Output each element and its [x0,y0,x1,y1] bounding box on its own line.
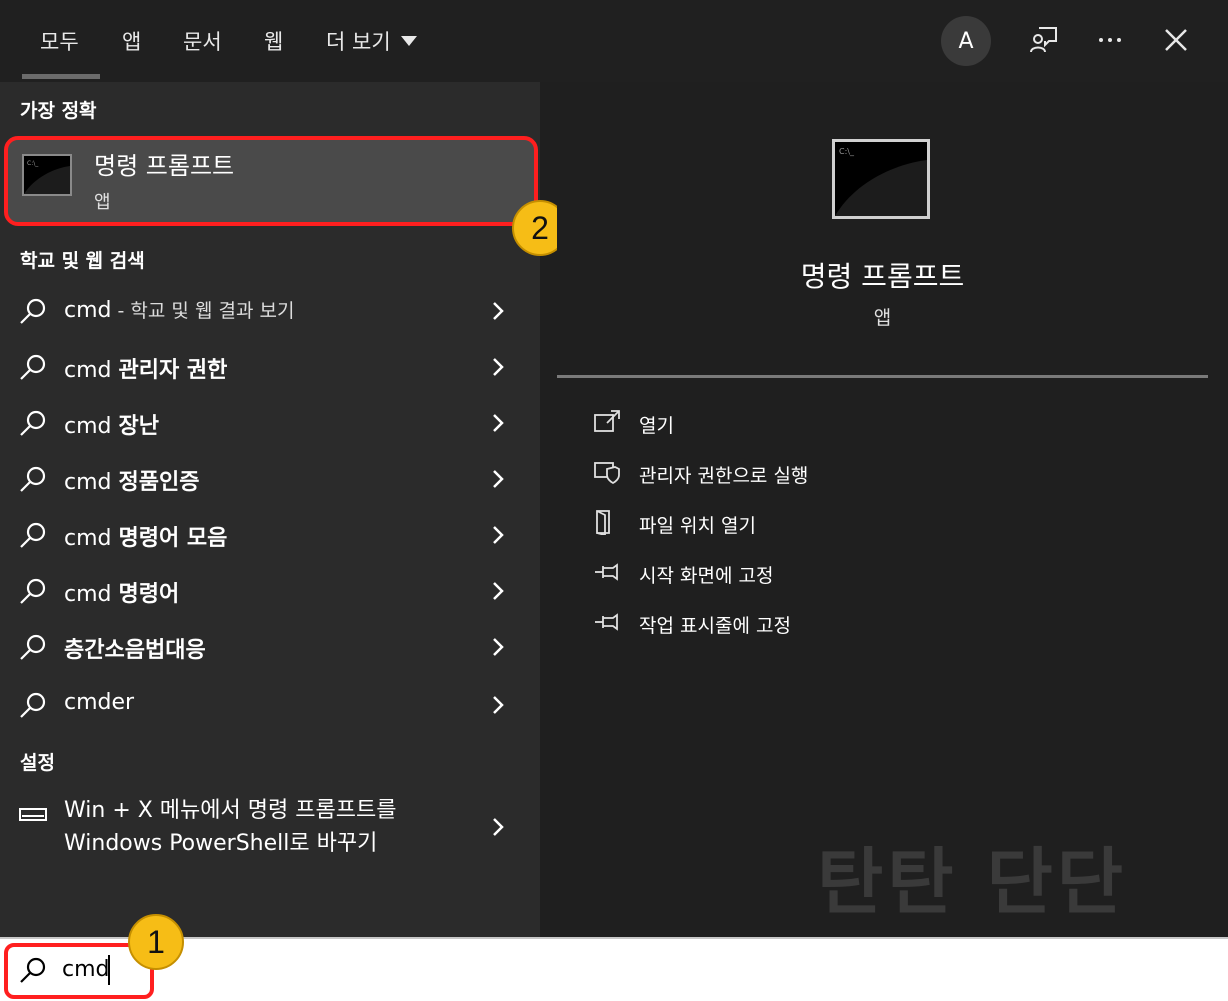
preview-subtitle: 앱 [873,307,892,329]
best-match-item[interactable]: C:\_ 명령 프롬프트 앱 [4,136,538,226]
tab-apps[interactable]: 앱 [122,26,141,56]
suggestion-bold: 명령어 [118,582,180,607]
svg-text:C:\_: C:\_ [27,160,39,167]
suggestion-row[interactable]: cmd 명령어 모음 [0,506,540,562]
search-icon [20,692,46,718]
suggestion-row[interactable]: cmd 정품인증 [0,450,540,506]
suggestion-detail: - 학교 및 웹 결과 보기 [111,300,295,322]
tab-more[interactable]: 더 보기 [326,26,417,56]
settings-item-line1: Win + X 메뉴에서 명령 프롬프트를 [64,798,397,823]
tab-web[interactable]: 웹 [264,26,283,56]
search-icon [20,957,46,983]
open-icon [594,410,620,432]
suggestion-row[interactable]: cmd 장난 [0,394,540,450]
search-icon [20,410,46,436]
search-bar [0,937,1228,1001]
active-tab-indicator [22,74,100,79]
suggestion-bold: 관리자 권한 [118,358,228,383]
action-pin-to-start[interactable]: 시작 화면에 고정 [593,553,1153,589]
suggestion-prefix: cmd [64,470,119,495]
section-best-match: 가장 정확 [20,100,97,122]
admin-shield-icon [594,462,620,485]
preview-panel: C:\_ 명령 프롬프트 앱 열기 관리자 권한으로 실행 파일 위치 열기 시… [557,99,1208,937]
search-icon [20,466,46,492]
file-location-icon [596,510,610,535]
close-icon[interactable] [1160,24,1192,56]
watermark-text: 탄탄 단단 [817,840,1128,924]
chevron-right-icon [493,582,504,600]
text-cursor [108,955,110,985]
action-open-file-location-label: 파일 위치 열기 [639,515,756,537]
action-open-label: 열기 [639,415,674,437]
results-panel: 가장 정확 C:\_ 명령 프롬프트 앱 학교 및 웹 검색 cmd - 학교 … [0,82,540,937]
search-icon [20,578,46,604]
account-avatar[interactable]: A [941,16,991,66]
suggestion-row[interactable]: cmder [0,676,540,732]
taskbar-settings-icon [19,808,47,821]
suggestion-prefix: cmd [64,414,119,439]
tab-all[interactable]: 모두 [40,26,79,56]
best-match-title: 명령 프롬프트 [94,152,235,180]
section-settings: 설정 [20,752,55,774]
pin-icon [595,613,618,631]
suggestion-row[interactable]: 층간소음법대응 [0,618,540,674]
tab-more-label: 더 보기 [326,30,391,54]
suggestion-bold: 정품인증 [118,470,200,495]
suggestion-prefix: cmd [64,526,119,551]
suggestion-row[interactable]: cmd - 학교 및 웹 결과 보기 [0,282,540,338]
suggestion-row[interactable]: cmd 관리자 권한 [0,338,540,394]
section-school-web-search: 학교 및 웹 검색 [20,250,145,272]
caret-down-icon [400,36,417,46]
suggestion-bold: 명령어 모음 [118,526,228,551]
search-icon [20,354,46,380]
settings-item-line2: Windows PowerShell로 바꾸기 [64,831,378,856]
more-options-icon[interactable] [1094,24,1126,56]
action-pin-to-taskbar[interactable]: 작업 표시줄에 고정 [593,603,1153,639]
best-match-subtitle: 앱 [94,192,111,213]
suggestion-prefix: cmd [64,298,112,323]
tab-documents[interactable]: 문서 [183,26,222,56]
settings-item[interactable]: Win + X 메뉴에서 명령 프롬프트를 Windows PowerShell로… [0,788,540,864]
action-pin-to-taskbar-label: 작업 표시줄에 고정 [639,615,791,637]
chevron-right-icon [493,818,504,836]
command-prompt-app-icon: C:\_ [22,154,72,196]
chevron-right-icon [493,526,504,544]
chevron-right-icon [493,470,504,488]
suggestion-bold: 장난 [118,414,159,439]
suggestion-row[interactable]: cmd 명령어 [0,562,540,618]
action-open[interactable]: 열기 [593,403,1153,439]
search-icon [20,634,46,660]
chevron-right-icon [493,358,504,376]
action-run-as-admin-label: 관리자 권한으로 실행 [639,465,809,487]
suggestion-bold: 층간소음법대응 [64,638,206,663]
chevron-right-icon [493,414,504,432]
pin-icon [595,563,618,581]
step-badge-1: 1 [128,914,184,970]
preview-title: 명령 프롬프트 [800,260,965,293]
action-run-as-admin[interactable]: 관리자 권한으로 실행 [593,453,1153,489]
chevron-right-icon [493,302,504,320]
action-pin-to-start-label: 시작 화면에 고정 [639,565,774,587]
search-filter-bar: 모두 앱 문서 웹 더 보기 A [0,0,1228,82]
chevron-right-icon [493,696,504,714]
search-icon [20,298,46,324]
preview-divider [557,375,1208,378]
suggestion-prefix: cmd [64,582,119,607]
search-icon [20,522,46,548]
command-prompt-app-icon: C:\_ [832,139,930,219]
suggestion-prefix: cmder [64,690,135,715]
chevron-right-icon [493,638,504,656]
feedback-icon[interactable] [1028,24,1060,56]
suggestion-prefix: cmd [64,358,119,383]
svg-text:C:\_: C:\_ [839,147,855,156]
action-open-file-location[interactable]: 파일 위치 열기 [593,503,1153,539]
